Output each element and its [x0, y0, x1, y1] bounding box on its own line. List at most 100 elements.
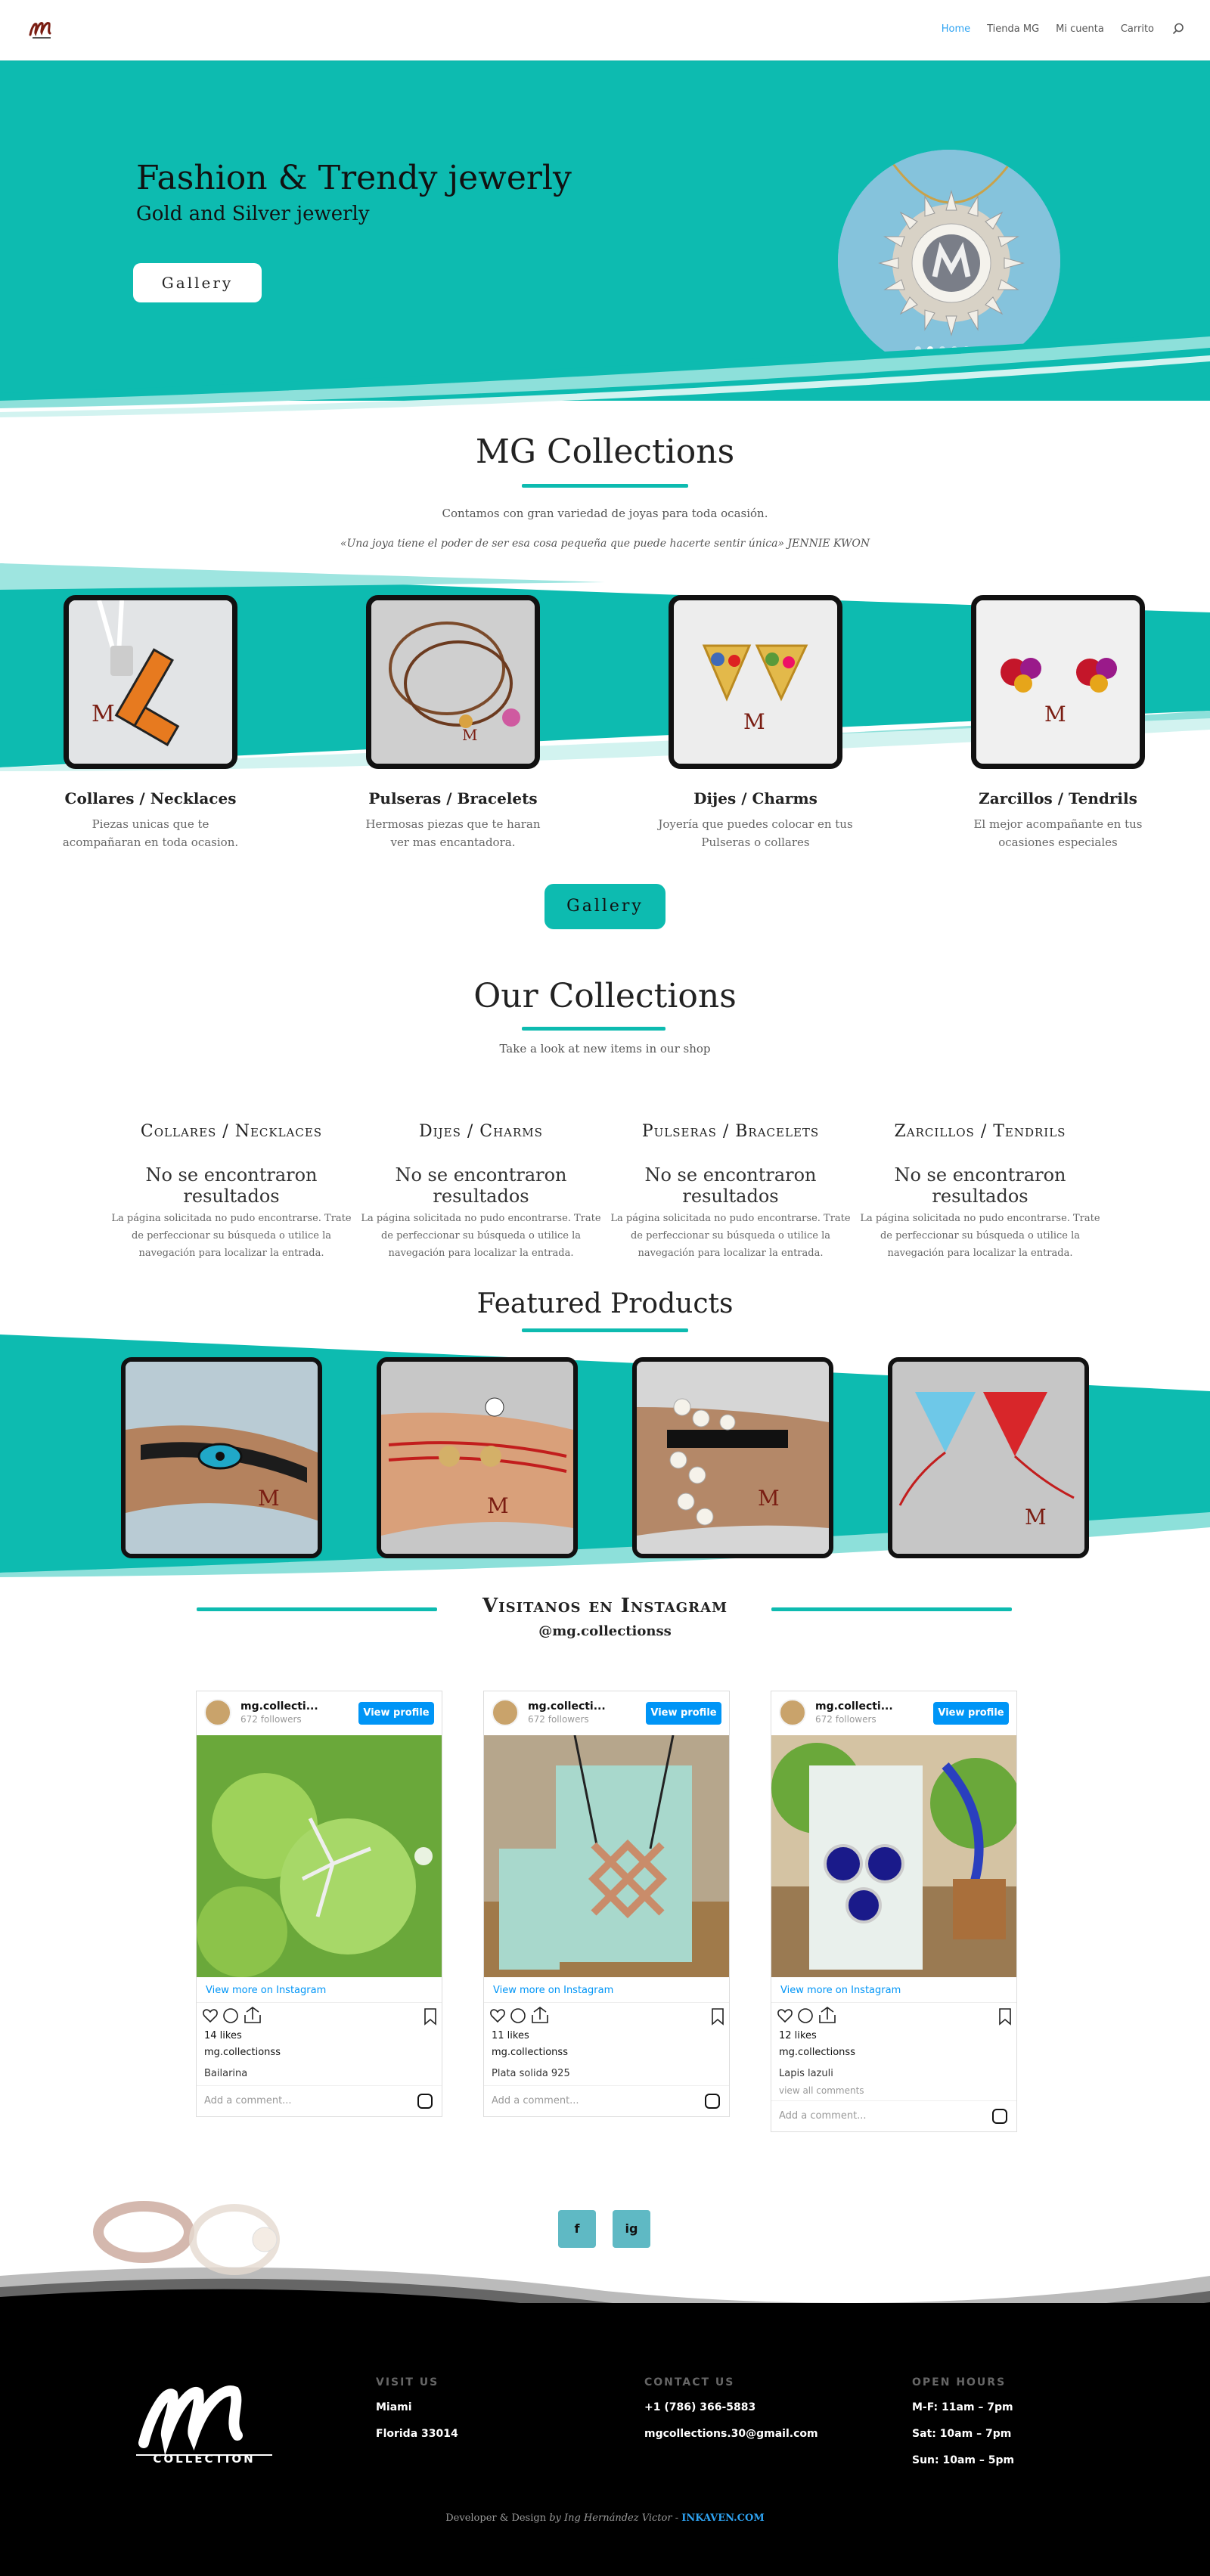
view-more-link[interactable]: View more on Instagram [197, 1977, 442, 2003]
title-underline [522, 1027, 666, 1031]
instagram-post-image[interactable] [771, 1735, 1016, 1977]
instagram-icon[interactable] [417, 2094, 433, 2109]
ig-username[interactable]: mg.collecti... [240, 1700, 318, 1713]
add-comment-placeholder: Add a comment... [204, 2095, 292, 2106]
featured-product-image[interactable]: M [632, 1357, 833, 1558]
ig-post-user[interactable]: mg.collectionss [484, 2047, 729, 2063]
instagram-title: Visitanos en Instagram [482, 1595, 728, 1617]
featured-product-image[interactable]: M [377, 1357, 578, 1558]
bookmark-icon [424, 2008, 436, 2026]
svg-text:M: M [1044, 702, 1066, 727]
instagram-icon[interactable] [705, 2094, 720, 2109]
ig-username[interactable]: mg.collecti... [815, 1700, 893, 1713]
category-image-necklaces[interactable]: M [64, 595, 237, 769]
mg-collections-quote: «Una joya tiene el poder de ser esa cosa… [340, 538, 870, 550]
view-profile-button[interactable]: View profile [358, 1702, 434, 1725]
instagram-post-image[interactable] [484, 1735, 729, 1977]
nav-mi-cuenta[interactable]: Mi cuenta [1056, 23, 1104, 35]
instagram-post-card: mg.collecti... 672 followers View profile … [196, 1691, 442, 2117]
add-comment-field[interactable]: Add a comment... [197, 2086, 442, 2116]
instagram-post-card: mg.collecti... 672 followers View profile … [483, 1691, 730, 2117]
avatar[interactable] [492, 1699, 519, 1726]
ig-post-user[interactable]: mg.collectionss [771, 2047, 1016, 2063]
ig-action-bar [197, 2003, 442, 2030]
ig-username[interactable]: mg.collecti... [528, 1700, 606, 1713]
category-title[interactable]: Collares / Necklaces [37, 789, 264, 808]
category-desc: El mejor acompañante en tus ocasiones es… [973, 817, 1143, 849]
footer-email[interactable]: mgcollections.30@gmail.com [644, 2428, 818, 2440]
comment-icon [223, 2008, 238, 2023]
share-icon [244, 2007, 261, 2023]
our-collections-title: Our Collections [473, 977, 737, 1015]
category-image-bracelets[interactable]: M [366, 595, 540, 769]
ig-action-bar [771, 2003, 1016, 2030]
avatar[interactable] [779, 1699, 806, 1726]
credit-text: Developer & Design [445, 2512, 547, 2524]
category-desc: Joyería que puedes colocar en tus Pulser… [658, 817, 853, 849]
footer-text: Miami [376, 2401, 412, 2413]
instagram-handle[interactable]: @mg.collectionss [0, 1623, 1210, 1639]
title-underline [522, 484, 688, 488]
facebook-icon[interactable]: f [558, 2210, 596, 2248]
ig-followers: 672 followers [528, 1714, 589, 1725]
svg-text:M: M [462, 726, 477, 744]
add-comment-placeholder: Add a comment... [492, 2095, 579, 2106]
featured-product-image[interactable]: M [121, 1357, 322, 1558]
view-profile-button[interactable]: View profile [933, 1702, 1009, 1725]
footer-phone[interactable]: +1 (786) 366-5883 [644, 2401, 755, 2413]
contact-us-heading: CONTACT US [644, 2376, 735, 2388]
nav-home[interactable]: Home [942, 23, 970, 35]
instagram-post-image[interactable] [197, 1735, 442, 1977]
avatar[interactable] [204, 1699, 231, 1726]
add-comment-placeholder: Add a comment... [779, 2110, 867, 2122]
mg-collections-intro: Contamos con gran variedad de joyas para… [442, 507, 768, 520]
search-icon[interactable] [1172, 23, 1184, 35]
visit-us-heading: VISIT US [376, 2376, 439, 2388]
featured-products-title: Featured Products [476, 1288, 734, 1319]
ig-post-user[interactable]: mg.collectionss [197, 2047, 442, 2063]
view-all-comments-link[interactable]: view all comments [771, 2085, 1016, 2101]
no-results-title: No se encontraron resultados [894, 1164, 1066, 1207]
ig-likes: 12 likes [779, 2030, 817, 2041]
our-collections-subtitle: Take a look at new items in our shop [499, 1042, 711, 1056]
add-comment-field[interactable]: Add a comment... [484, 2086, 729, 2116]
site-header: Home Tienda MG Mi cuenta Carrito [0, 0, 1210, 60]
add-comment-field[interactable]: Add a comment... [771, 2101, 1016, 2131]
view-more-link[interactable]: View more on Instagram [484, 1977, 729, 2003]
category-image-earrings[interactable]: M [971, 595, 1145, 769]
open-hours-heading: OPEN HOURS [912, 2376, 1007, 2388]
category-title[interactable]: Pulseras / Bracelets [340, 789, 566, 808]
no-results-message: La página solicitada no pudo encontrarse… [860, 1213, 1100, 1259]
svg-text:M: M [258, 1486, 280, 1511]
no-results-message: La página solicitada no pudo encontrarse… [361, 1213, 601, 1259]
featured-product-image[interactable]: M [888, 1357, 1089, 1558]
nav-carrito[interactable]: Carrito [1121, 23, 1154, 35]
svg-text:M: M [758, 1486, 780, 1511]
rings-decoration [93, 2201, 280, 2275]
instagram-social-icon[interactable]: ig [613, 2210, 650, 2248]
instagram-post-card: mg.collecti... 672 followers View profile … [771, 1691, 1017, 2132]
instagram-icon[interactable] [992, 2109, 1007, 2124]
credit-author: by Ing Hernández Victor - [546, 2512, 682, 2524]
footer-text: Florida 33014 [376, 2428, 458, 2440]
svg-text:M: M [92, 701, 115, 727]
nav-tienda[interactable]: Tienda MG [987, 23, 1039, 35]
svg-text:M: M [743, 709, 765, 734]
ig-action-bar [484, 2003, 729, 2030]
category-title[interactable]: Zarcillos / Tendrils [945, 789, 1171, 808]
title-underline [522, 1328, 688, 1332]
svg-text:M: M [487, 1493, 509, 1518]
category-desc: Hermosas piezas que te haran ver mas enc… [365, 817, 541, 849]
credit-link[interactable]: INKAVEN.COM [681, 2512, 765, 2524]
category-image-charms[interactable]: M [669, 595, 842, 769]
collection-heading: Pulseras / Bracelets [641, 1122, 820, 1141]
footer-hours: M-F: 11am – 7pm [912, 2401, 1013, 2413]
gallery-button[interactable]: Gallery [544, 884, 666, 929]
mg-logo[interactable] [27, 15, 56, 42]
view-more-link[interactable]: View more on Instagram [771, 1977, 1016, 2003]
category-title[interactable]: Dijes / Charms [642, 789, 869, 808]
ig-caption: Lapis lazuli [779, 2068, 833, 2079]
footer-hours: Sat: 10am – 7pm [912, 2428, 1012, 2440]
view-profile-button[interactable]: View profile [646, 1702, 721, 1725]
collection-heading: Dijes / Charms [419, 1122, 543, 1141]
